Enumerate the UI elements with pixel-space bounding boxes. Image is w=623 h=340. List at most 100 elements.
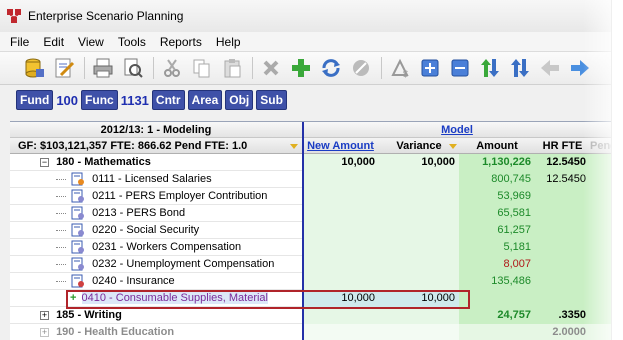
menu-file[interactable]: File (10, 35, 29, 49)
sort-desc-icon[interactable] (506, 54, 534, 82)
variance-cell: 10,000 (379, 290, 459, 307)
new-amount-cell[interactable] (302, 307, 379, 324)
sort-asc-icon[interactable] (476, 54, 504, 82)
table-row[interactable]: − 180 - Mathematics 10,000 10,000 1,130,… (10, 154, 611, 171)
table-row[interactable]: 0240 - Insurance 135,486 (10, 273, 611, 290)
benefit-account-icon (71, 257, 85, 271)
obj-label[interactable]: Obj (225, 90, 254, 110)
new-amount-cell[interactable] (302, 171, 379, 188)
new-amount-cell[interactable] (302, 205, 379, 222)
new-amount-cell[interactable] (302, 273, 379, 290)
variance-cell (379, 188, 459, 205)
edit-icon[interactable] (50, 54, 78, 82)
col-hr-fte[interactable]: HR FTE (535, 138, 590, 154)
menu-edit[interactable]: Edit (43, 35, 64, 49)
benefit-account-icon (71, 189, 85, 203)
menu-tools[interactable]: Tools (118, 35, 146, 49)
variance-cell (379, 256, 459, 273)
print-icon[interactable] (89, 54, 117, 82)
col-pend[interactable]: Pend (590, 138, 611, 154)
delete-icon[interactable] (257, 54, 285, 82)
table-row[interactable]: 0232 - Unemployment Compensation 8,007 (10, 256, 611, 273)
table-row-new[interactable]: + 0410 - Consumable Supplies, Material 1… (10, 290, 611, 307)
variance-filter-icon[interactable] (449, 144, 457, 149)
filter-icon[interactable] (290, 144, 298, 149)
table-row[interactable]: 0111 - Licensed Salaries 800,745 12.5450 (10, 171, 611, 188)
table-row[interactable]: 0231 - Workers Compensation 5,181 (10, 239, 611, 256)
cancel-icon[interactable] (347, 54, 375, 82)
expand-toggle-icon[interactable]: + (40, 327, 49, 337)
table-row[interactable]: 0213 - PERS Bond 65,581 (10, 205, 611, 222)
model-link[interactable]: Model (441, 124, 473, 136)
hr-fte-cell (535, 256, 590, 273)
period-label: 2012/13: 1 - Modeling (100, 124, 212, 136)
menu-view[interactable]: View (78, 35, 104, 49)
variance-cell (379, 171, 459, 188)
forward-icon[interactable] (566, 54, 594, 82)
hr-fte-cell (535, 205, 590, 222)
variance-cell (379, 239, 459, 256)
row-label: 0240 - Insurance (92, 275, 175, 287)
collapse-toggle-icon[interactable]: − (40, 157, 49, 167)
amount-cell: 8,007 (459, 256, 535, 273)
func-value[interactable]: 1131 (121, 93, 149, 108)
table-row[interactable]: + 190 - Health Education 2.0000 (10, 324, 611, 340)
hr-fte-cell (535, 290, 590, 307)
row-label[interactable]: 0410 - Consumable Supplies, Material (81, 292, 268, 304)
cntr-label[interactable]: Cntr (151, 90, 185, 110)
table-row[interactable]: + 185 - Writing 24,757 .3350 (10, 307, 611, 324)
row-label: 0213 - PERS Bond (92, 207, 186, 219)
table-row[interactable]: 0220 - Social Security 61,257 (10, 222, 611, 239)
variance-cell (379, 205, 459, 222)
new-amount-cell[interactable] (302, 324, 379, 340)
collapse-icon[interactable] (446, 54, 474, 82)
new-amount-cell[interactable] (302, 256, 379, 273)
fund-value[interactable]: 100 (56, 93, 78, 108)
new-amount-cell[interactable] (302, 239, 379, 256)
expand-icon[interactable] (416, 54, 444, 82)
amount-cell: 800,745 (459, 171, 535, 188)
hr-fte-cell: 12.5450 (535, 154, 590, 171)
salary-account-icon (71, 172, 85, 186)
sub-label[interactable]: Sub (256, 90, 287, 110)
svg-text:$: $ (403, 69, 408, 79)
copy-icon[interactable] (188, 54, 216, 82)
title-bar: Enterprise Scenario Planning (0, 0, 611, 32)
table-row[interactable]: 0211 - PERS Employer Contribution 53,969 (10, 188, 611, 205)
func-label[interactable]: Func (81, 90, 118, 110)
area-label[interactable]: Area (187, 90, 223, 110)
key-filter-bar: Fund 100 Func 1131 Cntr Area Obj Sub (0, 85, 611, 115)
new-amount-cell[interactable]: 10,000 (302, 154, 379, 171)
sum-icon[interactable]: $ (386, 54, 414, 82)
hr-fte-cell: 2.0000 (535, 324, 590, 340)
amount-cell: 24,757 (459, 307, 535, 324)
database-icon[interactable] (20, 54, 48, 82)
cut-icon[interactable] (158, 54, 186, 82)
amount-cell: 5,181 (459, 239, 535, 256)
benefit-account-icon (71, 223, 85, 237)
col-new-amount[interactable]: New Amount (307, 140, 374, 152)
new-amount-cell[interactable]: 10,000 (302, 290, 379, 307)
new-amount-cell[interactable] (302, 222, 379, 239)
amount-cell (459, 290, 535, 307)
menu-bar: File Edit View Tools Reports Help (0, 32, 611, 51)
paste-icon[interactable] (218, 54, 246, 82)
refresh-icon[interactable] (317, 54, 345, 82)
row-label: 0220 - Social Security (92, 224, 200, 236)
row-label: 190 - Health Education (56, 326, 175, 338)
col-variance[interactable]: Variance (396, 140, 441, 152)
menu-help[interactable]: Help (216, 35, 241, 49)
insurance-account-icon (71, 274, 85, 288)
menu-reports[interactable]: Reports (160, 35, 202, 49)
expand-toggle-icon[interactable]: + (40, 310, 49, 320)
hr-fte-cell (535, 222, 590, 239)
print-preview-icon[interactable] (119, 54, 147, 82)
window-title: Enterprise Scenario Planning (28, 9, 184, 23)
new-amount-cell[interactable] (302, 188, 379, 205)
add-icon[interactable] (287, 54, 315, 82)
fund-label[interactable]: Fund (16, 90, 54, 110)
back-icon[interactable] (536, 54, 564, 82)
summary-text: GF: $103,121,357 FTE: 866.62 Pend FTE: 1… (18, 140, 248, 152)
col-amount[interactable]: Amount (459, 138, 535, 154)
app-logo-icon (6, 8, 22, 24)
